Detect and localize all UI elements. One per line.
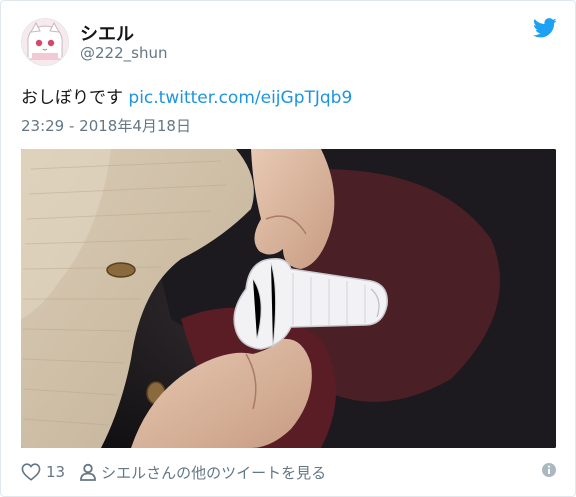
tweet-media-link[interactable]: pic.twitter.com/eijGpTJqb9 (128, 88, 352, 108)
tweet-photo[interactable] (21, 149, 556, 448)
more-tweets-link[interactable]: シエルさんの他のツイートを見る (79, 462, 326, 483)
tweet-text: おしぼりです pic.twitter.com/eijGpTJqb9 (21, 83, 352, 108)
like-count: 13 (46, 463, 66, 481)
tweet-card: シエル @222_shun おしぼりです pic.twitter.com/eij… (0, 0, 576, 497)
timestamp[interactable]: 23:29 - 2018年4月18日 (21, 115, 191, 136)
like-button[interactable]: 13 (21, 463, 65, 481)
twitter-bird-icon[interactable] (533, 18, 557, 38)
heart-icon (21, 463, 41, 481)
anime-avatar-icon (22, 19, 68, 65)
person-icon (80, 463, 96, 481)
more-tweets-label: シエルさんの他のツイートを見る (101, 463, 327, 482)
photo-illustration (21, 149, 556, 448)
tweet-actions: 13 シエルさんの他のツイートを見る (21, 461, 557, 483)
avatar[interactable] (21, 18, 69, 66)
display-name[interactable]: シエル (80, 20, 134, 46)
tweet-body: おしぼりです (21, 88, 123, 108)
user-handle[interactable]: @222_shun (80, 44, 167, 62)
info-icon (542, 463, 556, 477)
info-button[interactable] (541, 462, 557, 482)
